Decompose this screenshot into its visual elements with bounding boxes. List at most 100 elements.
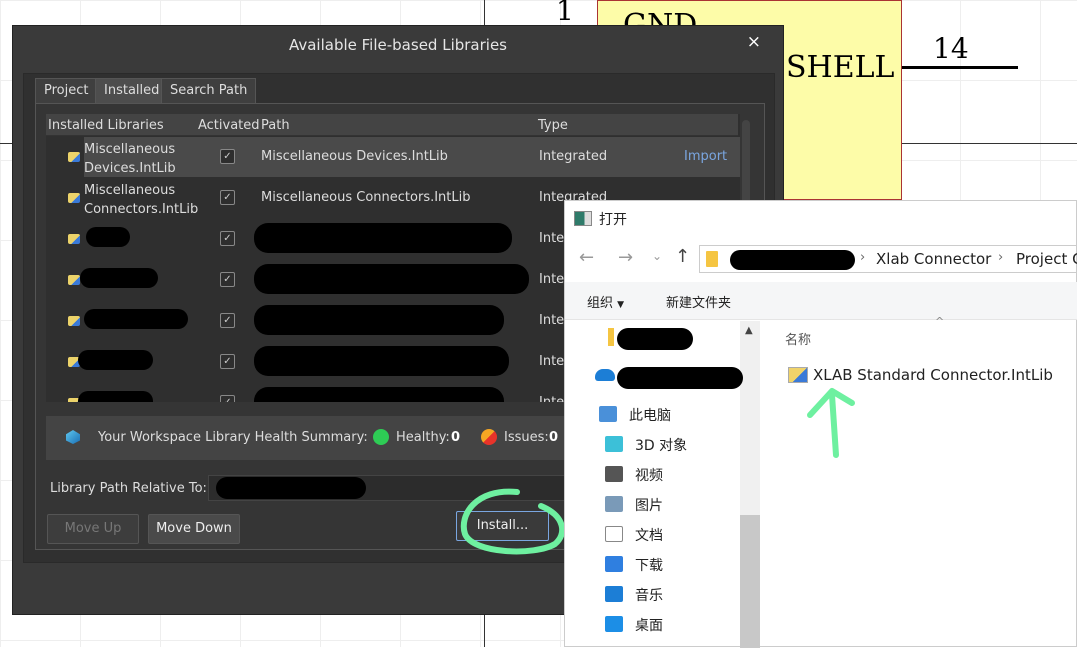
dialog-title: Available File-based Libraries (288, 36, 507, 54)
nav-scrollbar[interactable]: ▲ (740, 321, 760, 648)
nav-item[interactable]: 视频 (635, 465, 663, 485)
picture-icon (605, 496, 623, 512)
library-type: Integrated (539, 149, 608, 164)
onedrive-icon (595, 369, 615, 381)
library-name-line: Miscellaneous (84, 183, 176, 198)
column-activated[interactable]: Activated (198, 118, 260, 133)
column-path[interactable]: Path (261, 118, 290, 133)
nav-item[interactable]: 图片 (635, 495, 663, 515)
annotation-circle (460, 488, 566, 555)
redaction (86, 227, 130, 247)
activated-checkbox[interactable]: ✓ (220, 190, 235, 205)
cube-icon (605, 436, 623, 452)
breadcrumb-separator: › (860, 250, 866, 265)
document-icon (605, 526, 623, 542)
toolbar: 组织 ▼ 新建文件夹 (565, 282, 1077, 320)
activated-checkbox[interactable]: ✓ (220, 395, 235, 402)
library-icon (68, 152, 80, 162)
activated-checkbox[interactable]: ✓ (220, 231, 235, 246)
health-label: Your Workspace Library Health Summary: (98, 430, 368, 445)
redaction (730, 250, 855, 270)
back-button[interactable]: ← (579, 247, 594, 268)
organize-button[interactable]: 组织 ▼ (587, 292, 624, 311)
scrollbar-thumb[interactable] (740, 515, 760, 648)
library-type: Inte (539, 313, 565, 328)
redaction (617, 367, 743, 389)
import-link[interactable]: Import (684, 149, 727, 164)
healthy-label: Healthy: (396, 430, 450, 445)
activated-checkbox[interactable]: ✓ (220, 149, 235, 164)
breadcrumb-item[interactable]: Project C (1016, 250, 1077, 268)
breadcrumb-item[interactable]: Xlab Connector (876, 250, 991, 268)
activated-checkbox[interactable]: ✓ (220, 313, 235, 328)
video-icon (605, 466, 623, 482)
organize-label: 组织 (587, 296, 614, 311)
altium-logo-icon (66, 430, 80, 444)
recent-dropdown[interactable]: ⌄ (652, 249, 662, 263)
music-icon (605, 586, 623, 602)
healthy-dot-icon (373, 429, 389, 445)
table-row[interactable]: Miscellaneous Devices.IntLib ✓ Miscellane… (46, 137, 740, 177)
activated-checkbox[interactable]: ✓ (220, 354, 235, 369)
library-icon (68, 275, 80, 285)
download-icon (605, 556, 623, 572)
nav-item[interactable]: 3D 对象 (635, 435, 687, 455)
address-bar[interactable]: › Xlab Connector › Project C (699, 245, 1077, 273)
nav-item[interactable]: 文档 (635, 525, 663, 545)
breadcrumb-separator: › (998, 250, 1004, 265)
redaction (84, 309, 188, 329)
scroll-up-icon[interactable]: ▲ (745, 325, 753, 336)
library-path: Miscellaneous Devices.IntLib (261, 149, 448, 164)
pin-line (902, 66, 1018, 69)
library-type: Inte (539, 354, 565, 369)
redaction (254, 305, 504, 335)
close-button[interactable]: × (747, 32, 761, 52)
dropdown-arrow-icon: ▼ (617, 300, 625, 310)
column-installed-libraries[interactable]: Installed Libraries (48, 118, 164, 133)
column-type[interactable]: Type (538, 118, 568, 133)
dialog-title: 打开 (599, 212, 627, 228)
library-name: Miscellaneous Connectors.IntLib (84, 181, 198, 219)
library-name-line: Devices.IntLib (84, 161, 176, 176)
nav-item[interactable]: 此电脑 (629, 405, 671, 425)
move-down-button[interactable]: Move Down (148, 514, 240, 544)
pin-label-shell: SHELL (786, 50, 895, 85)
pin-number: 1 (556, 0, 574, 27)
redaction (254, 264, 529, 294)
intlib-icon (788, 367, 808, 383)
forward-button[interactable]: → (618, 247, 633, 268)
file-item[interactable]: XLAB Standard Connector.IntLib (813, 366, 1053, 384)
activated-checkbox[interactable]: ✓ (220, 272, 235, 287)
nav-item[interactable]: 桌面 (635, 615, 663, 635)
move-up-button[interactable]: Move Up (47, 514, 139, 544)
redaction (78, 350, 153, 370)
table-header: Installed Libraries Activated Path Type (46, 114, 738, 136)
library-icon (68, 316, 80, 326)
folder-icon (608, 328, 614, 346)
library-type: Inte (539, 272, 565, 287)
nav-item[interactable]: 下载 (635, 555, 663, 575)
computer-icon (599, 406, 617, 422)
column-name[interactable]: 名称 (785, 329, 811, 348)
redaction (78, 391, 153, 402)
nav-item[interactable]: 音乐 (635, 585, 663, 605)
redaction (80, 268, 158, 288)
desktop-icon (605, 616, 623, 632)
healthy-count: 0 (451, 430, 461, 445)
library-name-line: Connectors.IntLib (84, 202, 199, 217)
issues-dot-icon (481, 429, 497, 445)
new-folder-button[interactable]: 新建文件夹 (666, 292, 731, 311)
tab-installed[interactable]: Installed (95, 78, 169, 103)
tab-project[interactable]: Project (35, 78, 98, 103)
library-path: Miscellaneous Connectors.IntLib (261, 190, 471, 205)
library-icon (68, 234, 80, 244)
up-button[interactable]: ↑ (675, 246, 690, 267)
library-type: Inte (539, 231, 565, 246)
library-name-line: Miscellaneous (84, 142, 176, 157)
pin-number: 14 (933, 32, 969, 65)
redaction (254, 346, 509, 376)
redaction (254, 223, 512, 253)
issues-count: 0 (549, 430, 559, 445)
tab-search-path[interactable]: Search Path (161, 78, 257, 103)
issues-label: Issues: (504, 430, 549, 445)
